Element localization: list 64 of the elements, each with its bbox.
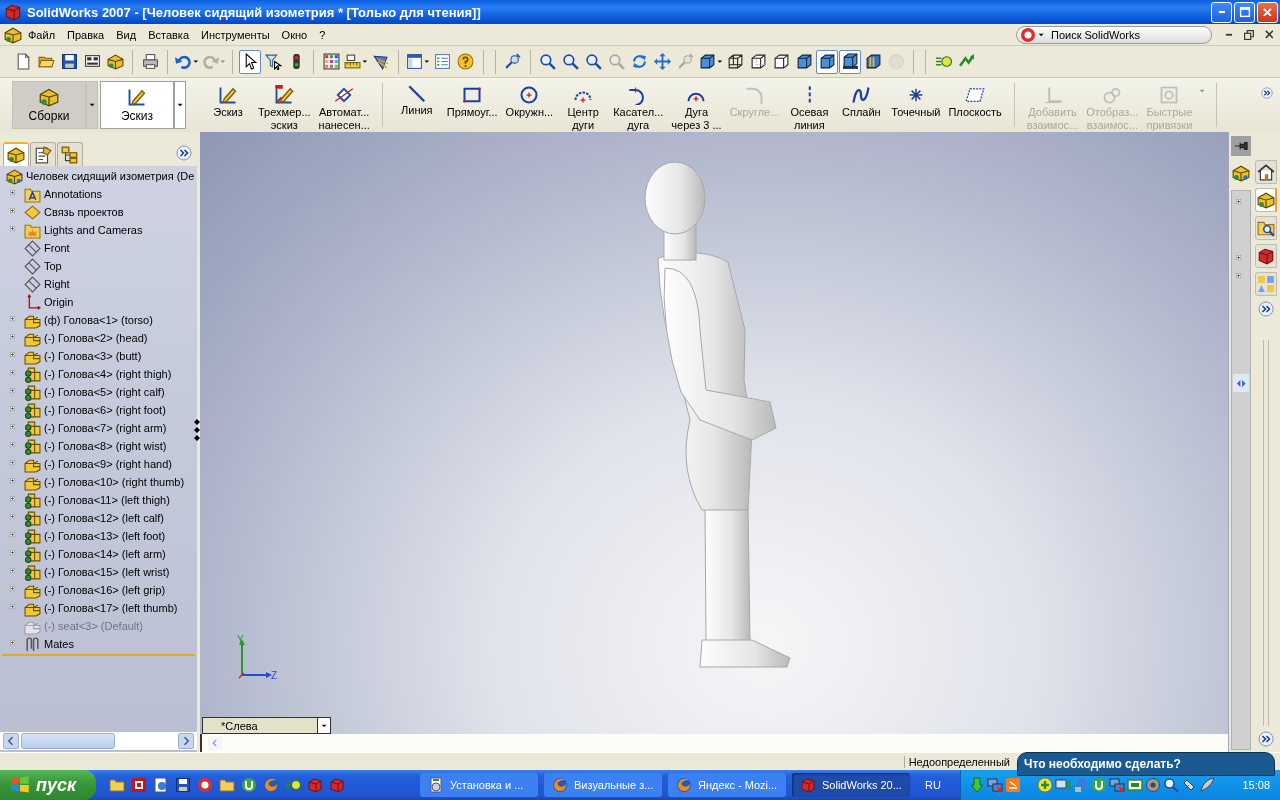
- menu-item[interactable]: ?: [313, 26, 332, 43]
- view-orientation-dropdown[interactable]: *Слева: [202, 717, 331, 734]
- tree-item[interactable]: Front: [0, 239, 197, 257]
- menu-item[interactable]: Правка: [61, 26, 111, 43]
- graphics-viewport[interactable]: Y Z *Слева: [200, 132, 1228, 734]
- command-button[interactable]: Центр дуги: [557, 81, 610, 129]
- tree-item[interactable]: Связь проектов: [0, 203, 197, 221]
- tree-item[interactable]: (-) Голова<15> (left wrist): [0, 563, 197, 581]
- command-button[interactable]: Сплайн: [835, 81, 888, 129]
- taskbar-button[interactable]: SolidWorks 20...: [792, 773, 910, 797]
- search-field[interactable]: Поиск SolidWorks: [1016, 25, 1212, 44]
- tree-item[interactable]: (-) Голова<14> (left arm): [0, 545, 197, 563]
- command-button[interactable]: Касател... дуга: [609, 81, 668, 129]
- start-button[interactable]: пуск: [0, 770, 96, 800]
- tree-item[interactable]: Right: [0, 275, 197, 293]
- tree-item[interactable]: Top: [0, 257, 197, 275]
- menu-item[interactable]: Окно: [275, 26, 314, 43]
- command-button[interactable]: Точечный: [887, 81, 945, 129]
- tree-item[interactable]: (-) Голова<12> (left calf): [0, 509, 197, 527]
- menu-item[interactable]: Вид: [110, 26, 143, 43]
- tree-item[interactable]: Annotations: [0, 185, 197, 203]
- taskbar-button[interactable]: Яндекс - Mozi...: [668, 773, 786, 797]
- tree-item[interactable]: (-) Голова<13> (left foot): [0, 527, 197, 545]
- tree-item[interactable]: (-) Голова<16> (left grip): [0, 581, 197, 599]
- menu-item[interactable]: Инструменты: [195, 26, 276, 43]
- tree-item[interactable]: (-) Голова<4> (right thigh): [0, 365, 197, 383]
- tree-item[interactable]: (-) Голова<3> (butt): [0, 347, 197, 365]
- axis-label: Z: [271, 670, 278, 681]
- command-button[interactable]: Линия: [390, 81, 443, 129]
- command-button[interactable]: Трехмер... эскиз: [254, 81, 315, 129]
- tree-item[interactable]: Mates: [0, 635, 197, 653]
- axis-label: Y: [237, 634, 244, 645]
- tree-item[interactable]: (-) Голова<6> (right foot): [0, 401, 197, 419]
- tree-item[interactable]: Origin: [0, 293, 197, 311]
- window-title: SolidWorks 2007 - [Человек сидящий изометрия * [Только для чтения]]: [27, 4, 482, 20]
- tree-item[interactable]: Lights and Cameras: [0, 221, 197, 239]
- notification-balloon[interactable]: Что необходимо сделать?: [1017, 752, 1275, 776]
- command-button[interactable]: Окружн...: [501, 81, 558, 129]
- command-button[interactable]: Дуга через 3 ...: [667, 81, 726, 129]
- tree-item[interactable]: (-) Голова<5> (right calf): [0, 383, 197, 401]
- status-text: Недоопределенный: [903, 755, 1014, 768]
- tree-item[interactable]: (ф) Голова<1> (torso): [0, 311, 197, 329]
- tree-item[interactable]: Человек сидящий изометрия (De: [0, 167, 197, 185]
- menu-item[interactable]: Файл: [22, 26, 62, 43]
- command-button[interactable]: Автомат... нанесен...: [314, 81, 374, 129]
- taskbar-button[interactable]: Установка и ...: [420, 773, 538, 797]
- balloon-text: Что необходимо сделать?: [1024, 757, 1181, 771]
- taskbar-button[interactable]: Визуальные з...: [544, 773, 662, 797]
- tree-item[interactable]: (-) Голова<11> (left thigh): [0, 491, 197, 509]
- tree-item[interactable]: (-) Голова<8> (right wist): [0, 437, 197, 455]
- command-button[interactable]: Прямоуг...: [442, 81, 502, 129]
- clock: 15:08: [1242, 779, 1271, 791]
- command-button[interactable]: Эскиз: [202, 81, 254, 129]
- command-tab[interactable]: Сборки: [12, 81, 86, 129]
- command-button[interactable]: Плоскость: [944, 81, 1006, 129]
- command-tab[interactable]: Эскиз: [100, 81, 174, 129]
- command-button[interactable]: Осевая линия: [783, 81, 836, 129]
- tree-item[interactable]: (-) Голова<9> (right hand): [0, 455, 197, 473]
- tree-item[interactable]: (-) Голова<17> (left thumb): [0, 599, 197, 617]
- language-indicator[interactable]: RU: [925, 779, 960, 791]
- menu-item[interactable]: Вставка: [142, 26, 195, 43]
- tree-item[interactable]: (-) Голова<10> (right thumb): [0, 473, 197, 491]
- tree-item[interactable]: (-) Голова<7> (right arm): [0, 419, 197, 437]
- tree-item[interactable]: (-) Голова<2> (head): [0, 329, 197, 347]
